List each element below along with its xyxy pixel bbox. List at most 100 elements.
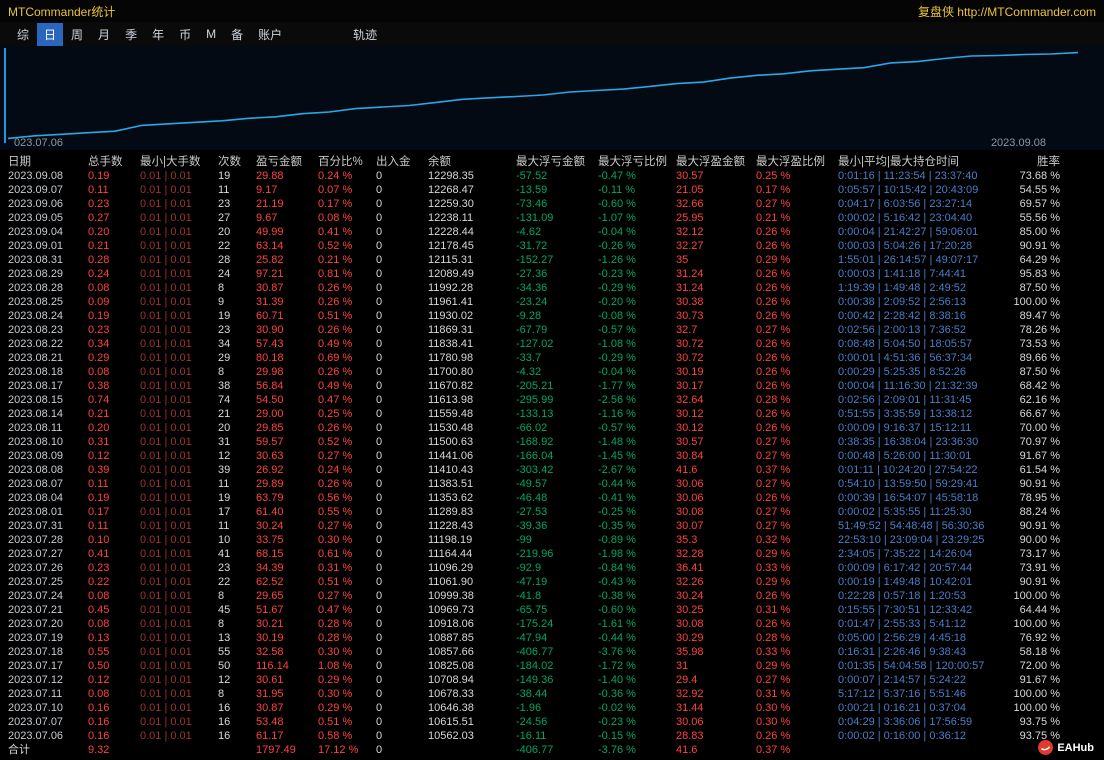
table-cell: 2023.07.28	[8, 534, 64, 546]
table-row[interactable]: 2023.07.17 0.50 0.01 | 0.01 50 116.14 1.08 % 0…	[0, 659, 1104, 673]
table-row[interactable]: 2023.07.07 0.16 0.01 | 0.01 16 53.48 0.51 % 0 1…	[0, 715, 1104, 729]
table-row[interactable]: 2023.09.07 0.11 0.01 | 0.01 11 9.17 0.07 % 0 12…	[0, 183, 1104, 197]
table-cell: -9.28	[516, 310, 542, 322]
menu-item[interactable]: 备	[224, 23, 250, 46]
table-row[interactable]: 2023.07.06 0.16 0.01 | 0.01 16 61.17 0.58 % 0 1…	[0, 729, 1104, 743]
table-row[interactable]: 2023.08.29 0.24 0.01 | 0.01 24 97.21 0.81 % 0 1…	[0, 267, 1104, 281]
table-row[interactable]: 2023.08.17 0.38 0.01 | 0.01 38 56.84 0.49 % 0 1…	[0, 379, 1104, 393]
table-cell: 0.28 %	[318, 618, 353, 630]
menu-item[interactable]: 年	[145, 23, 171, 46]
table-cell: 0.26 %	[756, 226, 791, 238]
menu-item[interactable]: 日	[37, 22, 64, 46]
menu-item[interactable]: 周	[64, 23, 90, 46]
table-row[interactable]: 2023.08.04 0.19 0.01 | 0.01 19 63.79 0.56 % 0 1…	[0, 491, 1104, 505]
table-row[interactable]: 2023.09.06 0.23 0.01 | 0.01 23 21.19 0.17 % 0 1…	[0, 197, 1104, 211]
table-cell: 32.12	[676, 226, 704, 238]
menu-item[interactable]: 币	[172, 23, 198, 46]
table-row[interactable]: 2023.08.15 0.74 0.01 | 0.01 74 54.50 0.47 % 0 1…	[0, 393, 1104, 407]
table-cell: 0.13	[88, 632, 110, 644]
table-row[interactable]: 2023.07.10 0.16 0.01 | 0.01 16 30.87 0.29 % 0 1…	[0, 701, 1104, 715]
table-row[interactable]: 2023.09.08 0.19 0.01 | 0.01 19 29.88 0.24 % 0 1…	[0, 169, 1104, 183]
table-cell: 53.48	[256, 716, 284, 728]
table-cell: 12228.44	[428, 226, 474, 238]
table-row[interactable]: 2023.07.19 0.13 0.01 | 0.01 13 30.19 0.28 % 0 1…	[0, 631, 1104, 645]
table-cell: 2023.07.17	[8, 660, 64, 672]
table-row[interactable]: 2023.07.18 0.55 0.01 | 0.01 55 32.58 0.30 % 0 1…	[0, 645, 1104, 659]
table-row[interactable]: 2023.07.25 0.22 0.01 | 0.01 22 62.52 0.51 % 0 1…	[0, 575, 1104, 589]
table-row[interactable]: 2023.09.05 0.27 0.01 | 0.01 27 9.67 0.08 % 0 12…	[0, 211, 1104, 225]
table-row[interactable]: 2023.07.11 0.08 0.01 | 0.01 8 31.95 0.30 % 0 10…	[0, 687, 1104, 701]
table-cell: 2023.08.07	[8, 478, 64, 490]
column-header: 百分比%	[318, 155, 363, 168]
table-row[interactable]: 2023.08.25 0.09 0.01 | 0.01 9 31.39 0.26 % 0 11…	[0, 295, 1104, 309]
titlebar-link[interactable]: 复盘侠 http://MTCommander.com	[918, 3, 1096, 20]
table-row[interactable]: 2023.08.31 0.28 0.01 | 0.01 28 25.82 0.21 % 0 1…	[0, 253, 1104, 267]
table-row[interactable]: 2023.08.21 0.29 0.01 | 0.01 29 80.18 0.69 % 0 1…	[0, 351, 1104, 365]
table-cell: 0.01 | 0.01	[140, 324, 192, 336]
table-cell: 32.58	[256, 646, 284, 658]
table-cell: 21	[218, 408, 231, 420]
table-row[interactable]: 2023.08.08 0.39 0.01 | 0.01 39 26.92 0.24 % 0 1…	[0, 463, 1104, 477]
table-cell: -1.16 %	[598, 408, 636, 420]
menu-item[interactable]: M	[199, 24, 223, 44]
table-cell: 10918.06	[428, 618, 474, 630]
table-row[interactable]: 2023.08.23 0.23 0.01 | 0.01 23 30.90 0.26 % 0 1…	[0, 323, 1104, 337]
table-cell: -166.04	[516, 450, 554, 462]
table-cell: 29.85	[256, 422, 284, 434]
table-row[interactable]: 2023.08.24 0.19 0.01 | 0.01 19 60.71 0.51 % 0 1…	[0, 309, 1104, 323]
table-row[interactable]: 2023.08.22 0.34 0.01 | 0.01 34 57.43 0.49 % 0 1…	[0, 337, 1104, 351]
menu-item[interactable]: 账户	[251, 23, 289, 46]
table-cell: 90.91 %	[1019, 478, 1060, 490]
column-header: 出入金	[376, 155, 411, 168]
table-row[interactable]: 2023.08.10 0.31 0.01 | 0.01 31 59.57 0.52 % 0 1…	[0, 435, 1104, 449]
table-row[interactable]: 2023.09.01 0.21 0.01 | 0.01 22 63.14 0.52 % 0 1…	[0, 239, 1104, 253]
app-window: MTCommander统计 复盘侠 http://MTCommander.com…	[0, 0, 1104, 760]
menu-item[interactable]: 月	[91, 23, 117, 46]
table-cell: 0.12	[88, 674, 110, 686]
table-cell: 0.33 %	[756, 562, 791, 574]
table-cell: 0.27 %	[756, 520, 791, 532]
table-row[interactable]: 2023.08.18 0.08 0.01 | 0.01 8 29.98 0.26 % 0 11…	[0, 365, 1104, 379]
table-cell: 0.21	[88, 240, 110, 252]
table-cell: -0.29 %	[598, 282, 636, 294]
table-row[interactable]: 2023.07.20 0.08 0.01 | 0.01 8 30.21 0.28 % 0 10…	[0, 617, 1104, 631]
table-row[interactable]: 2023.07.28 0.10 0.01 | 0.01 10 33.75 0.30 % 0 1…	[0, 533, 1104, 547]
table-cell: 0:00:03 | 5:04:26 | 17:20:28	[838, 240, 973, 252]
table-row[interactable]: 2023.08.01 0.17 0.01 | 0.01 17 61.40 0.55 % 0 1…	[0, 505, 1104, 519]
table-cell: 0.29 %	[318, 674, 353, 686]
table-row[interactable]: 2023.07.27 0.41 0.01 | 0.01 41 68.15 0.61 % 0 1…	[0, 547, 1104, 561]
table-row[interactable]: 2023.07.12 0.12 0.01 | 0.01 12 30.61 0.29 % 0 1…	[0, 673, 1104, 687]
table-row[interactable]: 2023.07.31 0.11 0.01 | 0.01 11 30.24 0.27 % 0 1…	[0, 519, 1104, 533]
table-cell: 0.30 %	[756, 716, 791, 728]
menu-item[interactable]: 综	[10, 23, 36, 46]
table-cell: 11670.82	[428, 380, 474, 392]
table-row[interactable]: 2023.08.09 0.12 0.01 | 0.01 12 30.63 0.27 % 0 1…	[0, 449, 1104, 463]
table-row[interactable]: 2023.08.28 0.08 0.01 | 0.01 8 30.87 0.26 % 0 11…	[0, 281, 1104, 295]
table-row[interactable]: 2023.08.07 0.11 0.01 | 0.01 11 29.89 0.26 % 0 1…	[0, 477, 1104, 491]
table-row[interactable]: 2023.07.26 0.23 0.01 | 0.01 23 34.39 0.31 % 0 1…	[0, 561, 1104, 575]
table-cell: 0.27 %	[318, 590, 353, 602]
table-row[interactable]: 2023.09.04 0.20 0.01 | 0.01 20 49.99 0.41 % 0 1…	[0, 225, 1104, 239]
table-cell: 0.27 %	[756, 674, 791, 686]
table-cell: 0.16	[88, 730, 110, 742]
table-cell: 0.09	[88, 296, 110, 308]
table-cell: 11441.06	[428, 450, 474, 462]
table-cell: 0.52 %	[318, 436, 353, 448]
eahub-logo[interactable]: EAHub	[1038, 740, 1094, 755]
table-cell: 30.06	[676, 716, 704, 728]
table-row[interactable]: 2023.08.14 0.21 0.01 | 0.01 21 29.00 0.25 % 0 1…	[0, 407, 1104, 421]
table-cell: 2023.08.29	[8, 268, 64, 280]
table-cell: -38.44	[516, 688, 548, 700]
total-cell: 合计	[8, 744, 30, 756]
table-cell: 10615.51	[428, 716, 474, 728]
table-cell: 63.79	[256, 492, 284, 504]
table-cell: 31.95	[256, 688, 284, 700]
table-cell: 19	[218, 170, 231, 182]
menu-item[interactable]: 季	[118, 23, 144, 46]
menu-item-trail[interactable]: 轨迹	[346, 23, 384, 46]
table-cell: 12178.45	[428, 240, 474, 252]
table-row[interactable]: 2023.07.21 0.45 0.01 | 0.01 45 51.67 0.47 % 0 1…	[0, 603, 1104, 617]
table-cell: 9.67	[256, 212, 278, 224]
table-row[interactable]: 2023.07.24 0.08 0.01 | 0.01 8 29.65 0.27 % 0 10…	[0, 589, 1104, 603]
table-row[interactable]: 2023.08.11 0.20 0.01 | 0.01 20 29.85 0.26 % 0 1…	[0, 421, 1104, 435]
